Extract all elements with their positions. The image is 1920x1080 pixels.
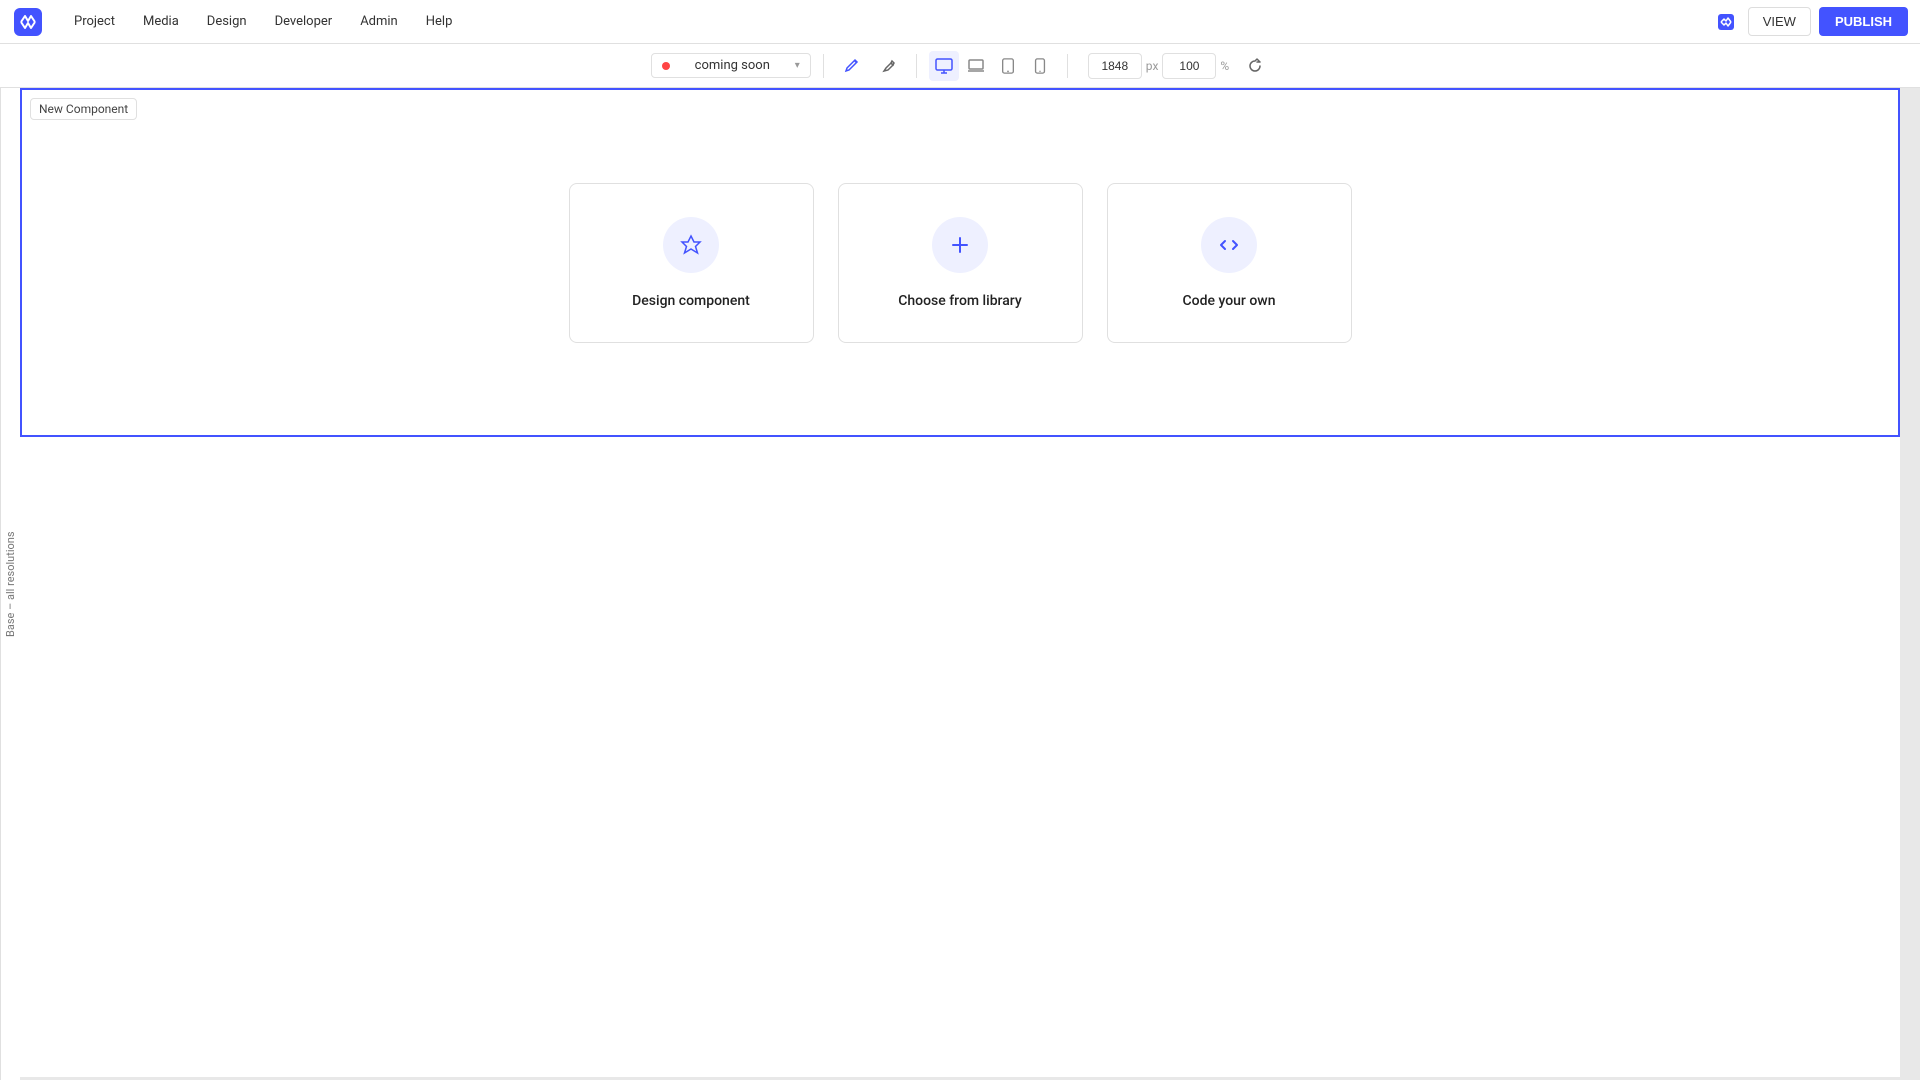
width-unit: px: [1146, 59, 1159, 73]
pen-tool-button[interactable]: [836, 51, 866, 81]
divider-1: [823, 54, 824, 78]
choose-from-library-card[interactable]: Choose from library: [838, 183, 1083, 343]
nav-design[interactable]: Design: [193, 0, 261, 44]
upgrade-icon[interactable]: [1712, 8, 1740, 36]
code-your-own-icon-circle: [1201, 217, 1257, 273]
zoom-unit: %: [1220, 59, 1229, 73]
view-button[interactable]: VIEW: [1748, 7, 1811, 36]
nav-admin[interactable]: Admin: [346, 0, 412, 44]
choose-from-library-label: Choose from library: [898, 293, 1022, 309]
mobile-device-button[interactable]: [1025, 51, 1055, 81]
refresh-button[interactable]: [1241, 52, 1269, 80]
divider-2: [916, 54, 917, 78]
laptop-device-button[interactable]: [961, 51, 991, 81]
page-selector[interactable]: coming soon ▾: [651, 53, 811, 78]
canvas-wrapper: New Component Design component: [20, 88, 1920, 1080]
publish-button[interactable]: PUBLISH: [1819, 7, 1908, 36]
divider-3: [1067, 54, 1068, 78]
editor-toolbar: coming soon ▾: [0, 44, 1920, 88]
design-component-icon-circle: [663, 217, 719, 273]
design-component-card[interactable]: Design component: [569, 183, 814, 343]
canvas-frame: New Component Design component: [20, 88, 1900, 437]
canvas-area: Base – all resolutions New Component Des…: [0, 88, 1920, 1080]
tablet-device-button[interactable]: [993, 51, 1023, 81]
device-buttons: [929, 51, 1055, 81]
code-your-own-label: Code your own: [1183, 293, 1276, 309]
nav-developer[interactable]: Developer: [261, 0, 347, 44]
nav-help[interactable]: Help: [412, 0, 467, 44]
width-input[interactable]: [1088, 53, 1142, 79]
nav-project[interactable]: Project: [60, 0, 129, 44]
unsaved-indicator: [662, 62, 670, 70]
chevron-down-icon: ▾: [795, 60, 800, 71]
choose-from-library-icon-circle: [932, 217, 988, 273]
code-your-own-card[interactable]: Code your own: [1107, 183, 1352, 343]
nav-media[interactable]: Media: [129, 0, 193, 44]
page-name: coming soon: [695, 58, 770, 73]
new-component-label: New Component: [30, 98, 137, 120]
app-logo[interactable]: [12, 6, 44, 38]
desktop-device-button[interactable]: [929, 51, 959, 81]
top-navbar: Project Media Design Developer Admin Hel…: [0, 0, 1920, 44]
pencil-tool-button[interactable]: [874, 51, 904, 81]
design-component-label: Design component: [632, 293, 750, 309]
canvas-below-frame: [20, 437, 1900, 1077]
resolution-sidebar[interactable]: Base – all resolutions: [0, 88, 20, 1080]
zoom-input[interactable]: [1162, 53, 1216, 79]
component-cards-area: Design component Choose from library: [22, 90, 1898, 435]
width-input-group: px %: [1088, 53, 1229, 79]
